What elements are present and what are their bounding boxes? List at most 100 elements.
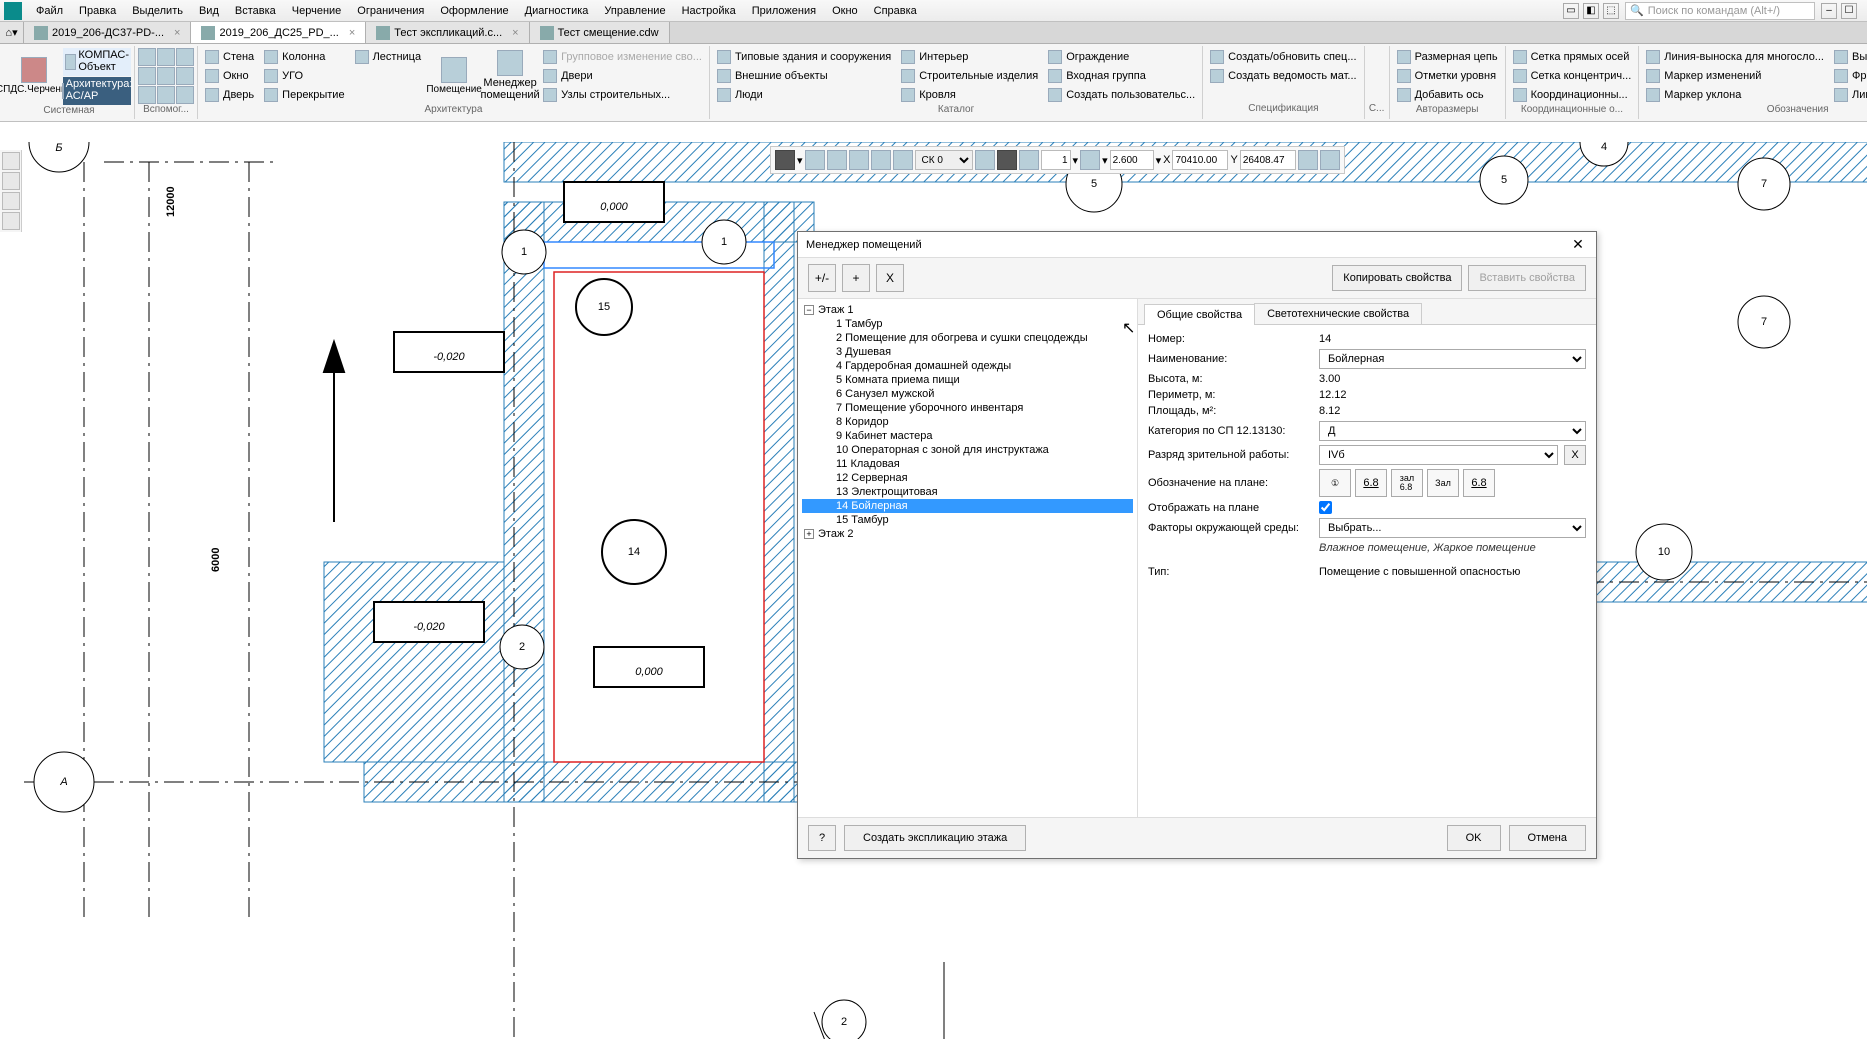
left-tool-1[interactable] <box>2 152 20 170</box>
menu-constraints[interactable]: Ограничения <box>349 3 432 19</box>
room-item[interactable]: 6 Санузел мужской <box>802 387 1133 401</box>
room-item[interactable]: 13 Электрощитовая <box>802 485 1133 499</box>
menu-window[interactable]: Окно <box>824 3 866 19</box>
rank-clear-button[interactable]: X <box>1564 445 1586 465</box>
room-item[interactable]: 4 Гардеробная домашней одежды <box>802 359 1133 373</box>
floor-1-node[interactable]: −Этаж 1 <box>802 303 1133 317</box>
delete-button[interactable]: X <box>876 264 904 292</box>
toggle-all-button[interactable]: +/- <box>808 264 836 292</box>
room-item[interactable]: 8 Коридор <box>802 415 1133 429</box>
cat-buildings[interactable]: Типовые здания и сооружения <box>713 48 895 66</box>
slab-button[interactable]: Перекрытие <box>260 86 348 104</box>
window-icon-1[interactable]: ▭ <box>1563 3 1579 19</box>
cancel-button[interactable]: Отмена <box>1509 825 1586 851</box>
zoom-input[interactable] <box>1110 150 1154 170</box>
tool-ico[interactable] <box>138 67 156 85</box>
menu-file[interactable]: Файл <box>28 3 71 19</box>
designation-opt-5[interactable]: 6.8 <box>1463 469 1495 497</box>
ctx-ico[interactable] <box>997 150 1017 170</box>
menu-drawing[interactable]: Черчение <box>284 3 350 19</box>
room-item[interactable]: 15 Тамбур <box>802 513 1133 527</box>
ctx-ico[interactable] <box>849 150 869 170</box>
room-item-selected[interactable]: 14 Бойлерная <box>802 499 1133 513</box>
tool-ico[interactable] <box>157 86 175 104</box>
ctx-ico[interactable] <box>893 150 913 170</box>
tab-general[interactable]: Общие свойства <box>1144 304 1255 325</box>
tab-lighting[interactable]: Светотехнические свойства <box>1254 303 1422 324</box>
room-item[interactable]: 12 Серверная <box>802 471 1133 485</box>
menu-diagnostics[interactable]: Диагностика <box>517 3 597 19</box>
room-item[interactable]: 5 Комната приема пищи <box>802 373 1133 387</box>
copy-properties-button[interactable]: Копировать свойства <box>1332 265 1462 291</box>
room-manager-button[interactable]: Менеджерпомещений <box>483 48 537 104</box>
ctx-ico[interactable] <box>1320 150 1340 170</box>
slope-marker[interactable]: Маркер уклона <box>1642 86 1828 104</box>
designation-opt-2[interactable]: 6.8 <box>1355 469 1387 497</box>
zoom-icon[interactable] <box>1080 150 1100 170</box>
window-icon-3[interactable]: ⬚ <box>1603 3 1619 19</box>
window-button[interactable]: Окно <box>201 67 258 85</box>
doc-tab-1[interactable]: 2019_206_ДС25_PD_...× <box>191 22 366 43</box>
step-input[interactable] <box>1041 150 1071 170</box>
fragment[interactable]: Фрагмент <box>1830 67 1867 85</box>
level-marks[interactable]: Отметки уровня <box>1393 67 1502 85</box>
cat-user[interactable]: Создать пользовательс... <box>1044 86 1199 104</box>
menu-settings[interactable]: Настройка <box>674 3 744 19</box>
add-button[interactable]: + <box>842 264 870 292</box>
room-button[interactable]: Помещение <box>427 48 481 104</box>
ctx-ico[interactable] <box>827 150 847 170</box>
command-search[interactable]: 🔍Поиск по командам (Alt+/) <box>1625 2 1815 20</box>
tool-ico[interactable] <box>176 67 194 85</box>
menu-design[interactable]: Оформление <box>432 3 516 19</box>
left-tool-3[interactable] <box>2 192 20 210</box>
room-item[interactable]: 9 Кабинет мастера <box>802 429 1133 443</box>
column-button[interactable]: Колонна <box>260 48 348 66</box>
designation-opt-3[interactable]: зал 6.8 <box>1391 469 1423 497</box>
designation-opt-4[interactable]: Зал <box>1427 469 1459 497</box>
room-item[interactable]: 10 Операторная с зоной для инструктажа <box>802 443 1133 457</box>
tool-ico[interactable] <box>176 86 194 104</box>
help-button[interactable]: ? <box>808 825 836 851</box>
x-coord[interactable] <box>1172 150 1228 170</box>
menu-apps[interactable]: Приложения <box>744 3 824 19</box>
ctx-ico[interactable] <box>871 150 891 170</box>
room-tree[interactable]: −Этаж 1 1 Тамбур 2 Помещение для обогрев… <box>798 299 1138 817</box>
ctx-ico[interactable] <box>805 150 825 170</box>
ugo-button[interactable]: УГО <box>260 67 348 85</box>
stair-button[interactable]: Лестница <box>351 48 426 66</box>
left-tool-4[interactable] <box>2 212 20 230</box>
minimize-icon[interactable]: – <box>1821 3 1837 19</box>
ctx-ico[interactable] <box>1019 150 1039 170</box>
room-item[interactable]: 2 Помещение для обогрева и сушки спецоде… <box>802 331 1133 345</box>
cat-fence[interactable]: Ограждение <box>1044 48 1199 66</box>
grid-concentric[interactable]: Сетка концентрич... <box>1509 67 1636 85</box>
category-select[interactable]: Д <box>1319 421 1586 441</box>
menu-insert[interactable]: Вставка <box>227 3 284 19</box>
door-button[interactable]: Дверь <box>201 86 258 104</box>
factors-select[interactable]: Выбрать... <box>1319 518 1586 538</box>
tool-ico[interactable] <box>157 67 175 85</box>
menu-select[interactable]: Выделить <box>124 3 191 19</box>
wall-button[interactable]: Стена <box>201 48 258 66</box>
gear-icon-2[interactable] <box>1368 67 1386 85</box>
doors-button[interactable]: Двери <box>539 67 706 85</box>
room-item[interactable]: 11 Кладовая <box>802 457 1133 471</box>
building-nodes-button[interactable]: Узлы строительных... <box>539 86 706 104</box>
ctx-ico[interactable] <box>1298 150 1318 170</box>
cat-entrance[interactable]: Входная группа <box>1044 67 1199 85</box>
spec-create[interactable]: Создать/обновить спец... <box>1206 48 1360 66</box>
rank-select[interactable]: IVб <box>1319 445 1558 465</box>
leader-multilayer[interactable]: Линия-выноска для многосло... <box>1642 48 1828 66</box>
coord-axes[interactable]: Координационны... <box>1509 86 1636 104</box>
cat-products[interactable]: Строительные изделия <box>897 67 1042 85</box>
profile-kompas-object[interactable]: КОМПАС-Объект <box>63 48 131 76</box>
gear-icon[interactable] <box>1368 48 1386 66</box>
designation-opt-1[interactable]: ① <box>1319 469 1351 497</box>
cat-interior[interactable]: Интерьер <box>897 48 1042 66</box>
dialog-titlebar[interactable]: Менеджер помещений ✕ <box>798 232 1596 258</box>
display-checkbox[interactable] <box>1319 501 1332 514</box>
dialog-close-button[interactable]: ✕ <box>1568 235 1588 255</box>
doc-tab-3[interactable]: Тест смещение.cdw <box>530 22 670 43</box>
tool-ico[interactable] <box>138 48 156 66</box>
add-axis[interactable]: Добавить ось <box>1393 86 1502 104</box>
